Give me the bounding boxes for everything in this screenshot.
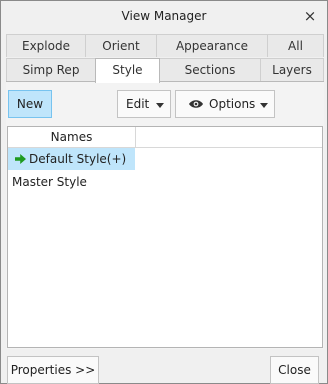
list-header: Names (8, 127, 322, 148)
tab-all[interactable]: All (267, 34, 324, 57)
title-bar: View Manager × (1, 1, 327, 33)
eye-icon (189, 100, 203, 108)
close-button[interactable]: Close (270, 356, 319, 384)
list-item[interactable]: Master Style (8, 171, 208, 193)
edit-label: Edit (126, 97, 150, 111)
options-label: Options (209, 97, 256, 111)
list-item[interactable]: Default Style(+) (8, 148, 135, 170)
tab-layers[interactable]: Layers (260, 58, 324, 81)
tab-appearance[interactable]: Appearance (156, 34, 268, 57)
tab-row-back: Explode Orient Appearance All (6, 34, 324, 57)
chevron-down-icon (260, 103, 268, 108)
tab-strip: Explode Orient Appearance All Simp Rep S… (6, 34, 324, 83)
edit-menu-button[interactable]: Edit (117, 90, 171, 118)
style-tab-panel: New Edit Options Names Default Style(+) … (6, 81, 324, 349)
window-title: View Manager (121, 9, 207, 23)
tab-style[interactable]: Style (95, 58, 160, 83)
list-item-label: Master Style (12, 175, 87, 189)
tab-simp-rep[interactable]: Simp Rep (6, 58, 96, 81)
green-arrow-icon (15, 154, 26, 164)
tab-sections[interactable]: Sections (159, 58, 261, 81)
close-window-icon[interactable]: × (301, 7, 319, 25)
tab-row-front: Simp Rep Style Sections Layers (6, 58, 324, 83)
style-list: Names Default Style(+) Master Style (7, 126, 323, 348)
list-item-label: Default Style(+) (29, 152, 127, 166)
properties-button[interactable]: Properties >> (7, 356, 99, 384)
chevron-down-icon (156, 103, 164, 108)
tab-orient[interactable]: Orient (85, 34, 157, 57)
column-header-names[interactable]: Names (8, 127, 136, 148)
options-menu-button[interactable]: Options (175, 90, 275, 118)
dialog-footer: Properties >> Close (1, 351, 327, 384)
view-manager-window: View Manager × Explode Orient Appearance… (0, 0, 328, 384)
new-button[interactable]: New (8, 90, 52, 118)
tab-explode[interactable]: Explode (6, 34, 86, 57)
